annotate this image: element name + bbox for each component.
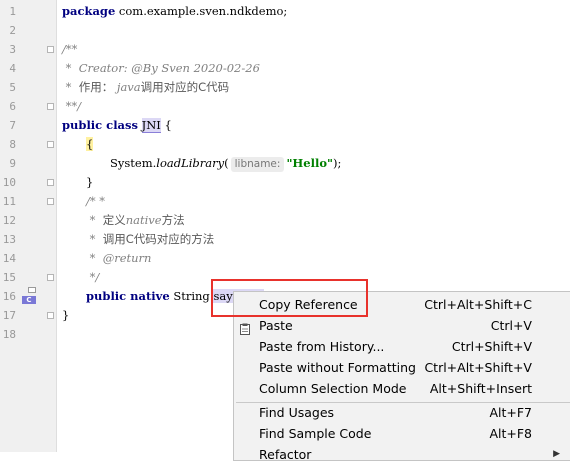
line-number: 17 (2, 309, 16, 322)
menu-item-column-selection-mode[interactable]: Column Selection Mode Alt+Shift+Insert (234, 378, 570, 399)
fold-toggle-icon[interactable] (47, 179, 54, 186)
code-line-12: * 定义native方法 (86, 213, 185, 227)
code-line-3: /** (62, 42, 78, 56)
code-line-9: System.loadLibrary(libname: "Hello"); (110, 156, 342, 172)
menu-item-refactor[interactable]: Refactor ▶ (234, 444, 570, 465)
menu-item-paste-from-history[interactable]: Paste from History... Ctrl+Shift+V (234, 336, 570, 357)
line-number: 2 (9, 24, 16, 37)
code-line-6: **/ (62, 99, 82, 113)
code-line-17: } (62, 308, 70, 322)
code-line-13: * 调用C代码对应的方法 (86, 232, 215, 246)
code-line-5: * 作用： java调用对应的C代码 (62, 80, 230, 94)
line-number: 10 (2, 176, 16, 189)
line-number: 14 (2, 252, 16, 265)
fold-toggle-icon[interactable] (47, 198, 54, 205)
menu-item-find-sample-code[interactable]: Find Sample Code Alt+F8 (234, 423, 570, 444)
code-line-10: } (86, 175, 94, 189)
menu-item-find-usages[interactable]: Find Usages Alt+F7 (234, 402, 570, 423)
native-method-marker-icon[interactable]: C (22, 296, 36, 304)
line-number: 1 (9, 5, 16, 18)
line-number: 12 (2, 214, 16, 227)
line-number: 5 (9, 81, 16, 94)
editor-gutter: 1 2 3 4 5 6 7 8 9 10 11 12 13 14 15 16 1… (0, 0, 57, 452)
fold-toggle-icon[interactable] (47, 312, 54, 319)
code-line-8: { (86, 137, 94, 151)
line-number: 7 (9, 119, 16, 132)
implementation-gutter-icon[interactable] (28, 287, 36, 293)
line-number: 8 (9, 138, 16, 151)
code-line-14: * @return (86, 251, 152, 265)
fold-toggle-icon[interactable] (47, 274, 54, 281)
line-number: 3 (9, 43, 16, 56)
code-line-15: */ (86, 270, 100, 284)
clipboard-icon (240, 320, 250, 335)
fold-toggle-icon[interactable] (47, 103, 54, 110)
fold-toggle-icon[interactable] (47, 141, 54, 148)
code-line-4: * Creator: @By Sven 2020-02-26 (62, 61, 260, 75)
line-number: 9 (9, 157, 16, 170)
line-number: 11 (2, 195, 16, 208)
line-number: 4 (9, 62, 16, 75)
submenu-arrow-icon: ▶ (553, 449, 560, 459)
line-number: 15 (2, 271, 16, 284)
line-number: 13 (2, 233, 16, 246)
menu-item-paste[interactable]: Paste Ctrl+V (234, 315, 570, 336)
line-number: 16 (2, 290, 16, 303)
menu-item-paste-without-formatting[interactable]: Paste without Formatting Ctrl+Alt+Shift+… (234, 357, 570, 378)
parameter-hint: libname: (230, 157, 285, 172)
line-number: 18 (2, 328, 16, 341)
code-line-11: /* * (86, 194, 106, 208)
highlight-callout-box (211, 279, 368, 317)
fold-toggle-icon[interactable] (47, 46, 54, 53)
code-line-1: package com.example.sven.ndkdemo; (62, 4, 288, 18)
code-line-7: public class JNI { (62, 118, 172, 133)
class-name-identifier[interactable]: JNI (141, 118, 161, 133)
line-number: 6 (9, 100, 16, 113)
